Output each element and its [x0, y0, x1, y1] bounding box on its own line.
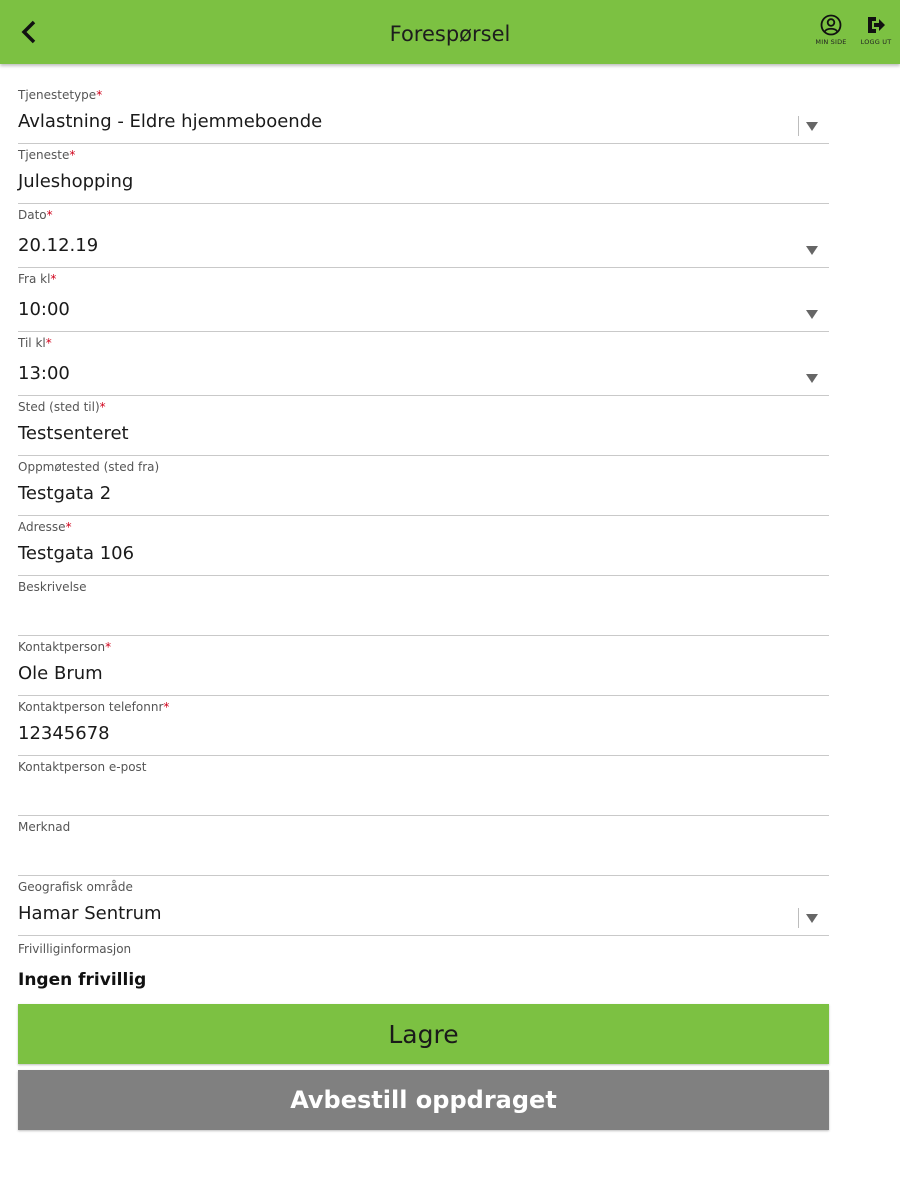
required-marker: *: [46, 208, 53, 222]
kontakt-telefon-label: Kontaktperson telefonnr*: [18, 696, 829, 714]
tjeneste-label: Tjeneste*: [18, 144, 829, 162]
kontakt-epost-field[interactable]: Kontaktperson e-post: [18, 756, 829, 816]
request-form: Tjenestetype* Avlastning - Eldre hjemmeb…: [18, 84, 829, 1130]
save-button[interactable]: Lagre: [18, 1004, 829, 1064]
oppmotested-value: Testgata 2: [18, 483, 112, 504]
logout-button[interactable]: LOGG UT: [852, 14, 900, 54]
til-kl-select[interactable]: Til kl* 13:00: [18, 332, 829, 396]
adresse-label: Adresse*: [18, 516, 829, 534]
tjeneste-label-text: Tjeneste: [18, 148, 70, 162]
dato-value: 20.12.19: [18, 235, 99, 256]
required-marker: *: [50, 272, 57, 286]
tjeneste-value: Juleshopping: [18, 171, 134, 192]
tjenestetype-select[interactable]: Tjenestetype* Avlastning - Eldre hjemmeb…: [18, 84, 829, 144]
dato-label-text: Dato: [18, 208, 47, 222]
dato-select[interactable]: Dato* 20.12.19: [18, 204, 829, 268]
required-marker: *: [96, 88, 103, 102]
sted-label-text: Sted (sted til): [18, 400, 100, 414]
merknad-label: Merknad: [18, 820, 71, 834]
back-button[interactable]: [14, 16, 44, 48]
frivillig-info-value: Ingen frivillig: [18, 970, 147, 990]
til-kl-value: 13:00: [18, 363, 70, 384]
required-marker: *: [99, 400, 106, 414]
kontaktperson-label: Kontaktperson*: [18, 636, 829, 654]
select-divider: [798, 908, 799, 928]
sted-value: Testsenteret: [18, 423, 129, 444]
sted-field[interactable]: Sted (sted til)* Testsenteret: [18, 396, 829, 456]
til-kl-label: Til kl*: [18, 332, 829, 350]
fra-kl-value: 10:00: [18, 299, 70, 320]
kontakt-epost-value: [18, 774, 829, 809]
dato-label: Dato*: [18, 204, 829, 222]
dropdown-arrow-icon[interactable]: [805, 911, 819, 925]
tjenestetype-label: Tjenestetype*: [18, 84, 829, 102]
oppmotested-field[interactable]: Oppmøtested (sted fra) Testgata 2: [18, 456, 829, 516]
tjenestetype-label-text: Tjenestetype: [18, 88, 97, 102]
adresse-field[interactable]: Adresse* Testgata 106: [18, 516, 829, 576]
kontakt-epost-label: Kontaktperson e-post: [18, 760, 147, 774]
tjeneste-field[interactable]: Tjeneste* Juleshopping: [18, 144, 829, 204]
beskrivelse-value: [18, 594, 829, 629]
dropdown-arrow-icon[interactable]: [805, 243, 819, 257]
kontakt-telefon-value: 12345678: [18, 723, 110, 744]
chevron-left-icon: [21, 20, 36, 44]
oppmotested-label: Oppmøtested (sted fra): [18, 460, 160, 474]
geografisk-label: Geografisk område: [18, 880, 133, 894]
kontaktperson-value: Ole Brum: [18, 663, 103, 684]
select-divider: [798, 116, 799, 136]
dropdown-arrow-icon[interactable]: [805, 307, 819, 321]
required-marker: *: [65, 520, 72, 534]
beskrivelse-field[interactable]: Beskrivelse: [18, 576, 829, 636]
required-marker: *: [163, 700, 170, 714]
til-kl-label-text: Til kl: [18, 336, 46, 350]
fra-kl-label-text: Fra kl: [18, 272, 51, 286]
kontakt-telefon-field[interactable]: Kontaktperson telefonnr* 12345678: [18, 696, 829, 756]
adresse-label-text: Adresse: [18, 520, 66, 534]
sted-label: Sted (sted til)*: [18, 396, 829, 414]
required-marker: *: [105, 640, 112, 654]
kontaktperson-label-text: Kontaktperson: [18, 640, 106, 654]
fra-kl-label: Fra kl*: [18, 268, 829, 286]
page-title: Forespørsel: [389, 22, 511, 46]
geografisk-select[interactable]: Geografisk område Hamar Sentrum: [18, 876, 829, 936]
tjenestetype-value: Avlastning - Eldre hjemmeboende: [18, 111, 323, 132]
app-header: Forespørsel MIN SIDE LOGG UT: [0, 0, 900, 64]
beskrivelse-label: Beskrivelse: [18, 580, 87, 594]
logout-label: LOGG UT: [860, 38, 892, 46]
logout-icon: [868, 17, 885, 33]
frivillig-info-label: Frivilliginformasjon: [18, 942, 132, 956]
required-marker: *: [45, 336, 52, 350]
dropdown-arrow-icon[interactable]: [805, 119, 819, 133]
my-page-label: MIN SIDE: [815, 38, 847, 46]
kontakt-telefon-label-text: Kontaktperson telefonnr: [18, 700, 164, 714]
cancel-assignment-button[interactable]: Avbestill oppdraget: [18, 1070, 829, 1130]
adresse-value: Testgata 106: [18, 543, 135, 564]
kontaktperson-field[interactable]: Kontaktperson* Ole Brum: [18, 636, 829, 696]
merknad-field[interactable]: Merknad: [18, 816, 829, 876]
geografisk-value: Hamar Sentrum: [18, 903, 162, 924]
merknad-value: [18, 834, 829, 869]
dropdown-arrow-icon[interactable]: [805, 371, 819, 385]
fra-kl-select[interactable]: Fra kl* 10:00: [18, 268, 829, 332]
required-marker: *: [69, 148, 76, 162]
my-page-button[interactable]: MIN SIDE: [807, 14, 855, 54]
user-circle-icon: [820, 14, 842, 36]
